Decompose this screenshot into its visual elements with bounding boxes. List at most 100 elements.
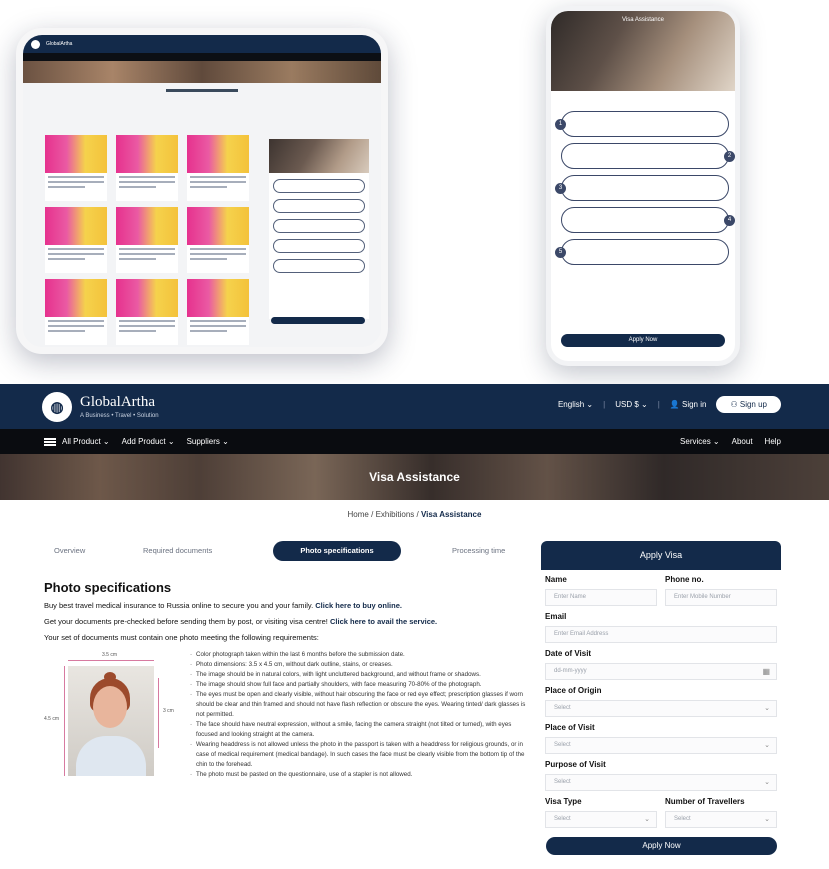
phone-label: Phone no. (665, 575, 704, 584)
apply-now-button[interactable]: Apply Now (546, 837, 777, 855)
top-navbar: ◍ GlobalArtha A Business • Travel • Solu… (0, 384, 829, 429)
brand-name: GlobalArtha (80, 394, 155, 410)
origin-select[interactable]: Select ⌄ (545, 700, 777, 717)
face-dimension: 3 cm (163, 708, 174, 714)
breadcrumb-exhibitions[interactable]: Exhibitions (376, 510, 415, 519)
globe-logo-icon: ◍ (42, 391, 72, 422)
phone-step: 1 (555, 111, 729, 137)
list-item: The image should show full face and part… (190, 680, 530, 690)
mock-nav: GlobalArtha (23, 35, 381, 53)
phone-passport-photo: Visa Assistance (551, 11, 735, 91)
mock-card (187, 279, 249, 345)
name-input[interactable]: Enter Name (545, 589, 657, 606)
passport-photo-example: 3.5 cm 4.5 cm 3 cm (44, 648, 174, 778)
origin-label: Place of Origin (545, 686, 602, 695)
travellers-select[interactable]: Select ⌄ (665, 811, 777, 828)
chevron-down-icon: ⌄ (764, 816, 770, 823)
mock-card (45, 207, 107, 273)
breadcrumb-home[interactable]: Home (348, 510, 369, 519)
signup-button[interactable]: ⚇ Sign up (716, 396, 781, 413)
phone-apply-button[interactable]: Apply Now (561, 334, 725, 347)
purpose-label: Purpose of Visit (545, 760, 606, 769)
list-item: The photo must be pasted on the question… (190, 770, 530, 780)
brand-tagline: A Business • Travel • Solution (80, 413, 159, 419)
mock-apply-button (271, 317, 365, 324)
phone-step: 3 (555, 175, 729, 201)
travellers-label: Number of Travellers (665, 797, 745, 806)
hamburger-menu-icon[interactable] (44, 437, 56, 446)
help-link[interactable]: Help (765, 437, 781, 446)
list-item: The eyes must be open and clearly visibl… (190, 690, 530, 720)
chevron-down-icon: ⌄ (764, 779, 770, 786)
user-icon: 👤 (669, 400, 680, 409)
suppliers-menu[interactable]: Suppliers ⌄ (187, 437, 229, 446)
section-title: Photo specifications (44, 580, 172, 595)
requirements-intro: Your set of documents must contain one p… (44, 633, 319, 642)
visa-type-label: Visa Type (545, 797, 582, 806)
desktop-mockup: GlobalArtha (16, 28, 388, 354)
visit-label: Place of Visit (545, 723, 595, 732)
mock-card (187, 135, 249, 201)
phone-step: 5 (555, 239, 729, 265)
hero-title: Visa Assistance (369, 470, 460, 484)
phone-step: 2 (561, 143, 735, 169)
chevron-down-icon: ⌄ (644, 816, 650, 823)
secondary-navbar: All Product ⌄ Add Product ⌄ Suppliers ⌄ … (0, 429, 829, 454)
email-input[interactable]: Enter Email Address (545, 626, 777, 643)
visa-type-select[interactable]: Select ⌄ (545, 811, 657, 828)
add-product-menu[interactable]: Add Product ⌄ (122, 437, 175, 446)
name-label: Name (545, 575, 567, 584)
mock-card (116, 207, 178, 273)
list-item: Wearing headdress is not allowed unless … (190, 740, 530, 770)
calendar-icon[interactable]: ▦ (762, 664, 770, 679)
buy-online-link[interactable]: Click here to buy online. (315, 601, 402, 610)
precheck-paragraph: Get your documents pre-checked before se… (44, 617, 438, 626)
insurance-paragraph: Buy best travel medical insurance to Rus… (44, 601, 402, 610)
all-product-menu[interactable]: All Product ⌄ (62, 437, 110, 446)
phone-step: 4 (561, 207, 735, 233)
mock-brand: GlobalArtha (46, 41, 73, 47)
services-menu[interactable]: Services ⌄ (680, 437, 720, 446)
mock-card (116, 135, 178, 201)
mock-card (45, 135, 107, 201)
tab-bar: Overview Required documents Photo specif… (54, 541, 522, 561)
mock-card (45, 279, 107, 345)
mock-tabs (166, 89, 238, 92)
breadcrumb-current: Visa Assistance (420, 510, 482, 519)
purpose-select[interactable]: Select ⌄ (545, 774, 777, 791)
tab-processing-time[interactable]: Processing time (452, 546, 505, 555)
tab-required-documents[interactable]: Required documents (143, 546, 212, 555)
mock-card (116, 279, 178, 345)
language-select[interactable]: English ⌄ (558, 400, 593, 409)
breadcrumb: Home / Exhibitions / Visa Assistance (347, 510, 482, 519)
currency-select[interactable]: USD $ ⌄ (615, 400, 648, 409)
email-label: Email (545, 612, 567, 621)
tab-overview[interactable]: Overview (54, 546, 85, 555)
height-dimension: 4.5 cm (44, 716, 60, 722)
list-item: The image should be in natural colors, w… (190, 670, 530, 680)
list-item: Color photograph taken within the last 6… (190, 650, 530, 660)
list-item: Photo dimensions: 3.5 x 4.5 cm, without … (190, 660, 530, 670)
hero-banner: Visa Assistance (0, 454, 829, 500)
mock-hero (23, 61, 381, 83)
mock-sidebar (269, 139, 369, 319)
date-input[interactable]: dd-mm-yyyy ▦ (545, 663, 777, 680)
signin-link[interactable]: 👤 Sign in (670, 400, 707, 409)
chevron-down-icon: ⌄ (764, 705, 770, 712)
tab-photo-specifications[interactable]: Photo specifications (273, 541, 401, 561)
phone-input[interactable]: Enter Mobile Number (665, 589, 777, 606)
phone-mockup: Visa Assistance 1 2 3 4 5 Apply Now (546, 6, 740, 366)
mock-card (187, 207, 249, 273)
form-title: Apply Visa (541, 541, 781, 570)
mock-subnav (23, 53, 381, 61)
visit-select[interactable]: Select ⌄ (545, 737, 777, 754)
avail-service-link[interactable]: Click here to avail the service. (330, 617, 437, 626)
about-link[interactable]: About (732, 437, 753, 446)
requirements-list: Color photograph taken within the last 6… (190, 650, 530, 780)
user-add-icon: ⚇ (730, 400, 738, 409)
list-item: The face should have neutral expression,… (190, 720, 530, 740)
brand[interactable]: ◍ GlobalArtha A Business • Travel • Solu… (42, 391, 159, 422)
date-label: Date of Visit (545, 649, 592, 658)
width-dimension: 3.5 cm (102, 652, 118, 658)
phone-hero-title: Visa Assistance (622, 17, 664, 23)
